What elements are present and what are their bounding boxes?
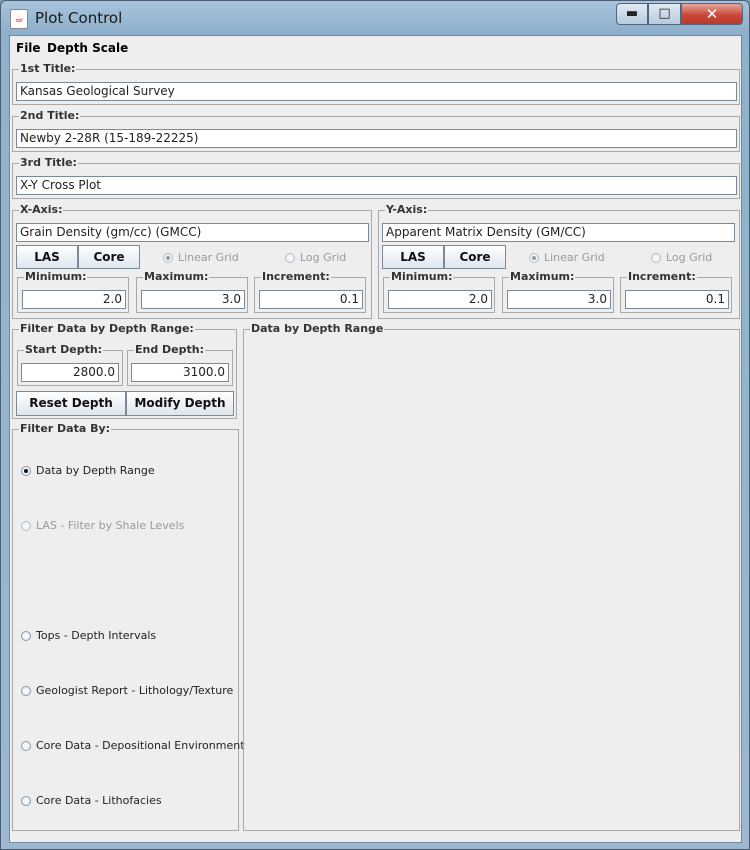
first-title-group: 1st Title: Kansas Geological Survey xyxy=(12,62,740,105)
plot-control-window: ☕ Plot Control ▬ □ ✕ File Depth Scale 1s… xyxy=(0,0,750,850)
filter-option-label: Core Data - Lithofacies xyxy=(36,794,162,807)
filter-option-depth-range[interactable]: Data by Depth Range xyxy=(21,464,155,477)
radio-unselected-icon xyxy=(21,520,31,531)
second-title-group: 2nd Title: Newby 2-28R (15-189-22225) xyxy=(12,109,740,152)
x-axis-las-button[interactable]: LAS xyxy=(16,245,78,269)
data-by-depth-range-label: Data by Depth Range xyxy=(250,322,385,336)
y-axis-linear-grid-radio[interactable]: Linear Grid xyxy=(529,251,605,264)
x-axis-maximum-input[interactable]: 3.0 xyxy=(141,290,245,309)
close-icon: ✕ xyxy=(705,5,719,23)
filter-data-by-group: Filter Data By: Data by Depth Range LAS … xyxy=(12,422,245,831)
radio-unselected-icon xyxy=(21,685,31,696)
maximize-icon: □ xyxy=(658,6,671,21)
radio-unselected-icon xyxy=(21,795,31,806)
second-title-label: 2nd Title: xyxy=(19,109,81,123)
modify-depth-button[interactable]: Modify Depth xyxy=(126,391,234,416)
x-axis-minimum-group: Minimum: 2.0 xyxy=(17,270,129,313)
start-depth-input[interactable]: 2800.0 xyxy=(21,363,119,382)
minimize-button[interactable]: ▬ xyxy=(616,3,648,25)
filter-option-core-depositional[interactable]: Core Data - Depositional Environment xyxy=(21,739,245,752)
radio-unselected-icon xyxy=(21,630,31,641)
x-axis-minimum-input[interactable]: 2.0 xyxy=(22,290,126,309)
radio-unselected-icon xyxy=(21,740,31,751)
end-depth-label: End Depth: xyxy=(134,343,206,357)
filter-option-label: Data by Depth Range xyxy=(36,464,155,477)
java-cup-icon: ☕ xyxy=(10,9,28,29)
client-area: File Depth Scale 1st Title: Kansas Geolo… xyxy=(9,35,742,843)
x-axis-increment-input[interactable]: 0.1 xyxy=(259,290,363,309)
maximize-button[interactable]: □ xyxy=(648,3,681,25)
y-axis-maximum-label: Maximum: xyxy=(509,270,576,284)
y-axis-las-button[interactable]: LAS xyxy=(382,245,444,269)
filter-option-las-shale[interactable]: LAS - Filter by Shale Levels xyxy=(21,519,184,532)
x-axis-core-button[interactable]: Core xyxy=(78,245,140,269)
filter-option-geologist-report[interactable]: Geologist Report - Lithology/Texture xyxy=(21,684,233,697)
y-axis-log-grid-label: Log Grid xyxy=(666,251,713,264)
end-depth-group: End Depth: 3100.0 xyxy=(127,343,233,386)
x-axis-maximum-label: Maximum: xyxy=(143,270,210,284)
x-axis-group: X-Axis: Grain Density (gm/cc) (GMCC) LAS… xyxy=(12,203,372,319)
start-depth-group: Start Depth: 2800.0 xyxy=(17,343,123,386)
y-axis-group: Y-Axis: Apparent Matrix Density (GM/CC) … xyxy=(378,203,740,319)
y-axis-minimum-group: Minimum: 2.0 xyxy=(383,270,495,313)
y-axis-maximum-group: Maximum: 3.0 xyxy=(502,270,614,313)
y-axis-increment-group: Increment: 0.1 xyxy=(620,270,732,313)
window-title: Plot Control xyxy=(35,9,123,27)
end-depth-input[interactable]: 3100.0 xyxy=(131,363,229,382)
third-title-group: 3rd Title: X-Y Cross Plot xyxy=(12,156,740,199)
y-axis-minimum-label: Minimum: xyxy=(390,270,454,284)
third-title-label: 3rd Title: xyxy=(19,156,78,170)
y-axis-linear-grid-label: Linear Grid xyxy=(544,251,605,264)
x-axis-log-grid-radio[interactable]: Log Grid xyxy=(285,251,346,264)
depth-range-label: Filter Data by Depth Range: xyxy=(19,322,195,336)
x-axis-linear-grid-label: Linear Grid xyxy=(178,251,239,264)
y-axis-core-button[interactable]: Core xyxy=(444,245,506,269)
menu-file[interactable]: File xyxy=(16,41,41,55)
y-axis-increment-input[interactable]: 0.1 xyxy=(625,290,729,309)
menu-depth-scale[interactable]: Depth Scale xyxy=(47,41,128,55)
title-bar[interactable]: ☕ Plot Control ▬ □ ✕ xyxy=(1,1,749,35)
y-axis-maximum-input[interactable]: 3.0 xyxy=(507,290,611,309)
close-button[interactable]: ✕ xyxy=(681,3,743,25)
first-title-label: 1st Title: xyxy=(19,62,77,76)
third-title-input[interactable]: X-Y Cross Plot xyxy=(16,176,737,195)
x-axis-linear-grid-radio[interactable]: Linear Grid xyxy=(163,251,239,264)
y-axis-increment-label: Increment: xyxy=(627,270,697,284)
x-axis-increment-group: Increment: 0.1 xyxy=(254,270,366,313)
second-title-input[interactable]: Newby 2-28R (15-189-22225) xyxy=(16,129,737,148)
depth-range-group: Filter Data by Depth Range: Start Depth:… xyxy=(12,322,237,419)
filter-option-tops[interactable]: Tops - Depth Intervals xyxy=(21,629,156,642)
radio-selected-icon xyxy=(529,252,539,263)
x-axis-log-grid-label: Log Grid xyxy=(300,251,347,264)
data-by-depth-range-panel: Data by Depth Range xyxy=(243,322,740,831)
radio-selected-icon xyxy=(21,465,31,476)
filter-option-label: LAS - Filter by Shale Levels xyxy=(36,519,185,532)
x-axis-variable-input[interactable]: Grain Density (gm/cc) (GMCC) xyxy=(16,223,369,242)
menu-bar: File Depth Scale xyxy=(10,36,741,60)
filter-option-label: Core Data - Depositional Environment xyxy=(36,739,245,752)
radio-unselected-icon xyxy=(285,252,295,263)
filter-data-by-label: Filter Data By: xyxy=(19,422,112,436)
radio-unselected-icon xyxy=(651,252,661,263)
reset-depth-button[interactable]: Reset Depth xyxy=(16,391,126,416)
y-axis-log-grid-radio[interactable]: Log Grid xyxy=(651,251,712,264)
first-title-input[interactable]: Kansas Geological Survey xyxy=(16,82,737,101)
filter-option-label: Geologist Report - Lithology/Texture xyxy=(36,684,234,697)
y-axis-label: Y-Axis: xyxy=(385,203,429,217)
filter-option-core-lithofacies[interactable]: Core Data - Lithofacies xyxy=(21,794,162,807)
start-depth-label: Start Depth: xyxy=(24,343,104,357)
filter-option-label: Tops - Depth Intervals xyxy=(36,629,157,642)
minimize-icon: ▬ xyxy=(625,6,639,21)
x-axis-increment-label: Increment: xyxy=(261,270,331,284)
y-axis-minimum-input[interactable]: 2.0 xyxy=(388,290,492,309)
x-axis-label: X-Axis: xyxy=(19,203,64,217)
x-axis-minimum-label: Minimum: xyxy=(24,270,88,284)
x-axis-maximum-group: Maximum: 3.0 xyxy=(136,270,248,313)
radio-selected-icon xyxy=(163,252,173,263)
y-axis-variable-input[interactable]: Apparent Matrix Density (GM/CC) xyxy=(382,223,735,242)
